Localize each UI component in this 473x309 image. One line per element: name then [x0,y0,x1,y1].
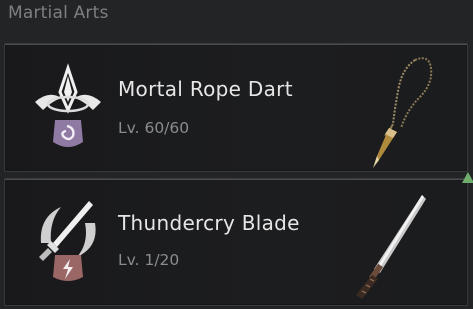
blade-emblem-icon [39,201,96,281]
rope-dart-weapon-icon [373,57,433,168]
blade-weapon-icon [356,195,426,299]
section-title: Martial Arts [8,3,109,23]
weapon-name: Mortal Rope Dart [118,77,293,101]
weapon-card-mortal-rope-dart[interactable]: Mortal Rope Dart Lv. 60/60 [4,43,468,172]
weapon-level: Lv. 60/60 [118,119,190,137]
card-top-border [5,44,467,45]
weapon-name: Thundercry Blade [118,211,300,235]
card-top-border [5,179,467,180]
weapon-card-thundercry-blade[interactable]: Thundercry Blade Lv. 1/20 [4,178,468,306]
lightning-badge-icon [53,255,83,281]
rope-dart-emblem-icon [35,63,101,147]
spiral-badge-icon [53,120,83,147]
scroll-up-arrow-icon[interactable] [462,172,473,183]
weapon-level: Lv. 1/20 [118,251,180,269]
